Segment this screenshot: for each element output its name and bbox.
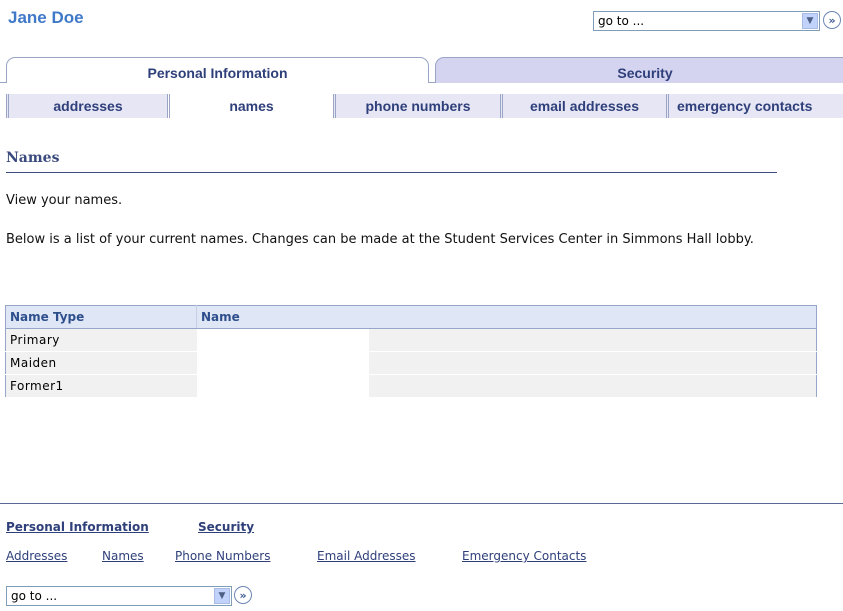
name-cell — [196, 374, 369, 398]
double-chevron-right-icon: » — [239, 588, 247, 602]
section-divider — [6, 172, 777, 173]
column-header-name-type: Name Type — [5, 305, 197, 329]
name-cell — [196, 328, 369, 352]
footer-link-security[interactable]: Security — [198, 520, 254, 534]
subtab-emergency-contacts[interactable]: emergency contacts — [666, 94, 843, 118]
footer-link-personal-information[interactable]: Personal Information — [6, 520, 149, 534]
filler-cell — [368, 351, 817, 375]
tab-label: Personal Information — [147, 64, 288, 81]
chevron-down-icon[interactable]: ▼ — [802, 13, 818, 29]
footer-divider — [0, 503, 843, 504]
footer-link-emergency-contacts[interactable]: Emergency Contacts — [462, 549, 586, 563]
name-type-cell: Primary — [5, 328, 197, 352]
table-header-row: Name Type Name — [5, 305, 817, 329]
tab-personal-information[interactable]: Personal Information — [6, 57, 429, 83]
subtab-label: names — [229, 98, 274, 114]
subtab-label: emergency contacts — [677, 98, 813, 114]
footer-link-email-addresses[interactable]: Email Addresses — [317, 549, 416, 563]
subtab-email-addresses[interactable]: email addresses — [500, 94, 666, 118]
go-button-top[interactable]: » — [823, 11, 841, 29]
filler-cell — [368, 374, 817, 398]
page-title: Names — [6, 150, 60, 166]
subtab-addresses[interactable]: addresses — [6, 94, 167, 118]
double-chevron-right-icon: » — [828, 13, 836, 27]
subtab-names[interactable]: names — [167, 94, 333, 118]
table-row: Primary — [5, 328, 817, 352]
names-table: Name Type Name Primary Maiden Former1 — [5, 305, 817, 398]
tab-label: Security — [617, 64, 673, 81]
subtab-label: phone numbers — [365, 98, 471, 114]
subtab-phone-numbers[interactable]: phone numbers — [333, 94, 500, 118]
column-header-name: Name — [196, 305, 817, 329]
name-cell — [196, 351, 369, 375]
user-name: Jane Doe — [8, 8, 84, 27]
table-row: Maiden — [5, 351, 817, 375]
chevron-down-icon[interactable]: ▼ — [214, 588, 230, 604]
name-type-cell: Former1 — [5, 374, 197, 398]
intro-text: View your names. — [6, 193, 123, 208]
footer-link-addresses[interactable]: Addresses — [6, 549, 67, 563]
name-type-cell: Maiden — [5, 351, 197, 375]
description-text: Below is a list of your current names. C… — [6, 232, 754, 247]
footer-link-names[interactable]: Names — [102, 549, 144, 563]
footer-link-phone-numbers[interactable]: Phone Numbers — [175, 549, 270, 563]
goto-select-bottom[interactable]: go to ... ▼ — [6, 586, 232, 606]
subtab-label: addresses — [53, 98, 123, 114]
table-row: Former1 — [5, 374, 817, 398]
goto-select-value: go to ... — [598, 14, 645, 28]
filler-cell — [368, 328, 817, 352]
subtab-label: email addresses — [530, 98, 639, 114]
go-button-bottom[interactable]: » — [234, 586, 252, 604]
goto-select-value: go to ... — [11, 589, 58, 603]
goto-select-top[interactable]: go to ... ▼ — [593, 11, 820, 31]
tab-security[interactable]: Security — [435, 57, 843, 83]
